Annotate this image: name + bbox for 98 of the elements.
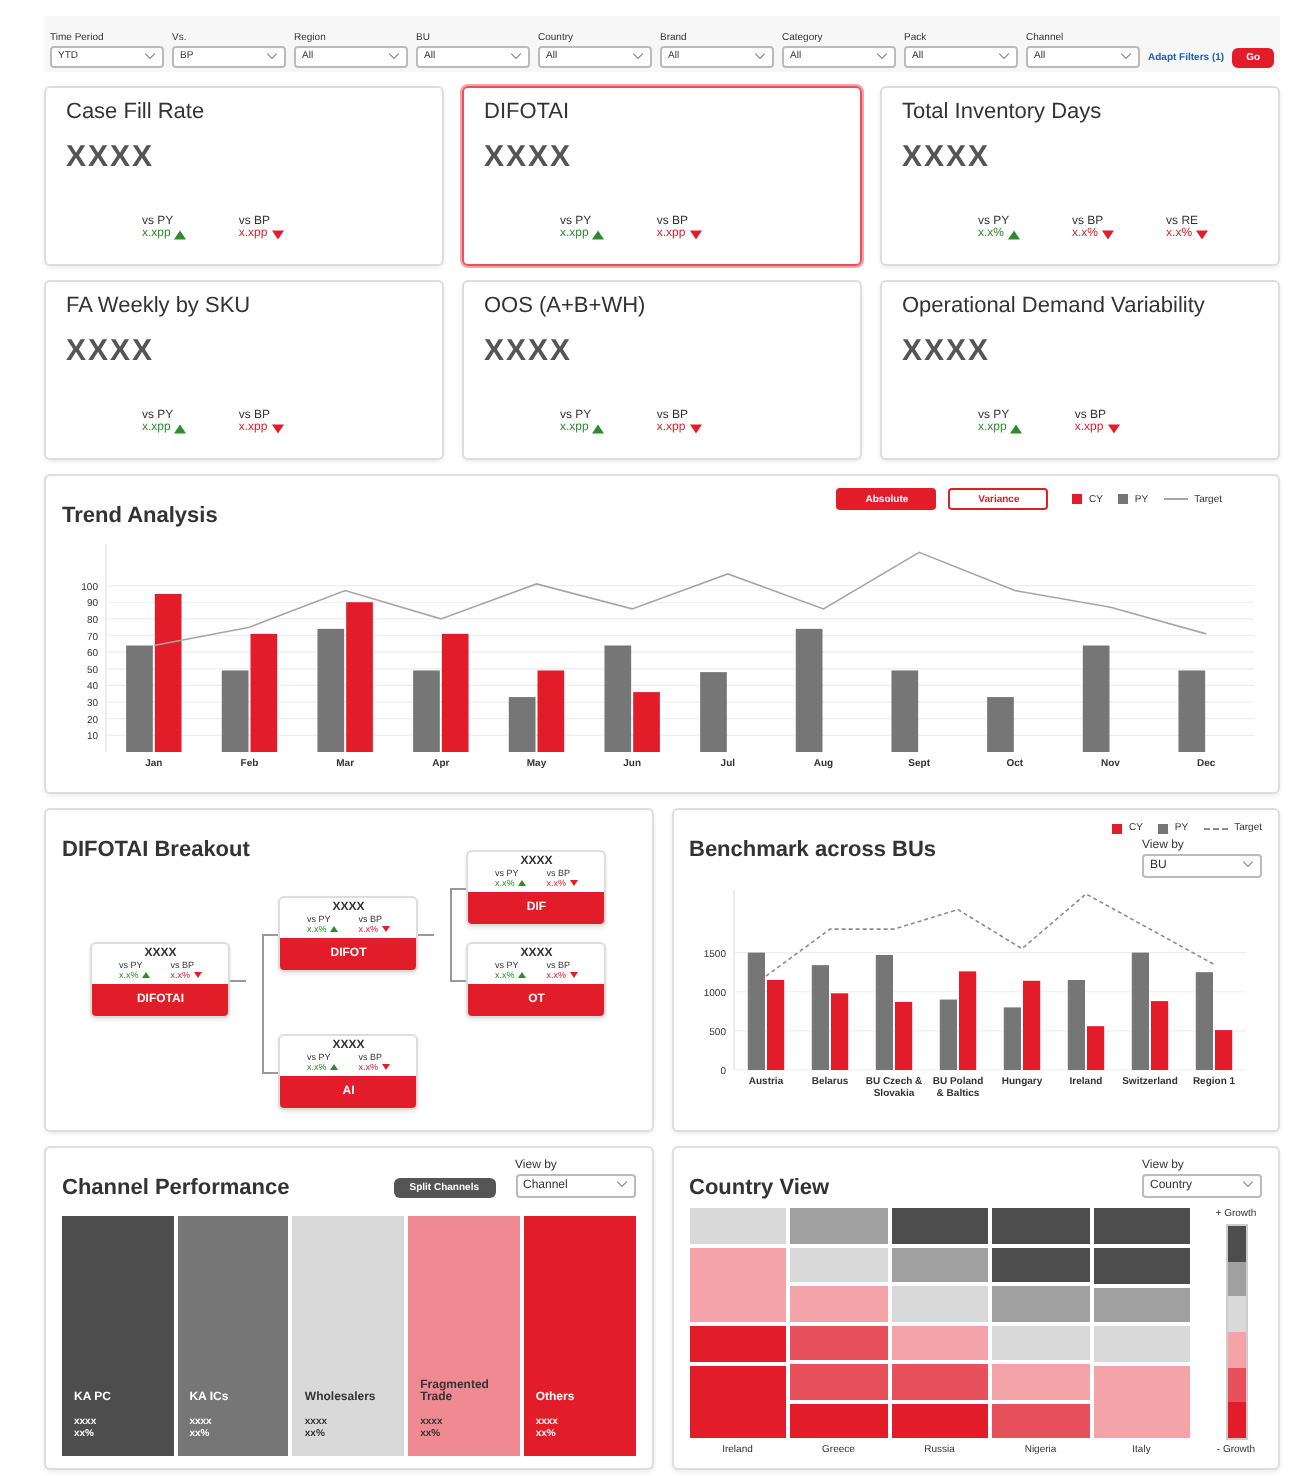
triangle-up-icon	[330, 926, 339, 932]
heatmap-cell[interactable]	[689, 1248, 786, 1321]
bar	[1002, 1007, 1020, 1070]
triangle-down-icon	[1196, 229, 1209, 239]
triangle-down-icon	[1102, 229, 1115, 239]
kpi-title: Operational Demand Variability	[902, 294, 1207, 318]
heatmap-cell[interactable]	[1093, 1247, 1190, 1284]
bar	[938, 999, 956, 1070]
heatmap-cell[interactable]	[790, 1325, 887, 1360]
bar	[795, 628, 823, 752]
legend-swatch	[1118, 494, 1129, 504]
heatmap-cell[interactable]	[1093, 1326, 1190, 1363]
triangle-down-icon	[271, 229, 284, 239]
triangle-down-icon	[382, 926, 391, 932]
heatmap-cell[interactable]	[992, 1208, 1089, 1243]
triangle-up-icon	[174, 423, 187, 433]
triangle-up-icon	[518, 972, 527, 978]
legend-swatch	[1112, 823, 1123, 833]
legend-swatch	[1072, 494, 1083, 504]
triangle-down-icon	[382, 1064, 391, 1070]
kpi-title: Total Inventory Days	[902, 100, 1104, 124]
bar	[700, 672, 727, 752]
triangle-down-icon	[570, 880, 579, 886]
chevron-down-icon	[144, 52, 156, 60]
bar	[1022, 980, 1040, 1070]
triangle-up-icon	[174, 229, 187, 239]
heatmap-cell[interactable]	[790, 1403, 887, 1438]
heatmap-cell[interactable]	[992, 1364, 1089, 1399]
kpi-value: XXXX	[484, 140, 575, 174]
bar	[958, 971, 976, 1070]
bar	[746, 952, 764, 1070]
kpi-title: OOS (A+B+WH)	[484, 294, 648, 318]
heatmap-cell[interactable]	[992, 1286, 1089, 1321]
chevron-down-icon	[754, 52, 766, 60]
triangle-up-icon	[518, 880, 527, 886]
triangle-down-icon	[271, 423, 284, 433]
chevron-down-icon	[1242, 860, 1254, 868]
triangle-up-icon	[592, 423, 605, 433]
bar	[766, 980, 784, 1070]
bar	[891, 670, 919, 752]
bar	[1178, 670, 1206, 752]
kpi-title: Case Fill Rate	[66, 100, 207, 124]
panel-title: Country View	[689, 1176, 830, 1200]
triangle-down-icon	[194, 972, 203, 978]
heatmap-cell[interactable]	[891, 1286, 988, 1321]
heatmap-cell[interactable]	[689, 1325, 786, 1362]
kpi-value: XXXX	[902, 334, 993, 368]
kpi-value: XXXX	[484, 334, 575, 368]
heatmap-cell[interactable]	[790, 1208, 887, 1243]
heatmap-cell[interactable]	[992, 1247, 1089, 1282]
chevron-down-icon	[510, 52, 522, 60]
chevron-down-icon	[266, 52, 278, 60]
heatmap-cell[interactable]	[1093, 1287, 1190, 1323]
chevron-down-icon	[1120, 52, 1132, 60]
chevron-down-icon	[998, 52, 1010, 60]
triangle-down-icon	[689, 423, 702, 433]
heatmap-cell[interactable]	[992, 1403, 1089, 1438]
bar	[810, 965, 828, 1070]
chevron-down-icon	[388, 52, 400, 60]
bar	[987, 697, 1014, 752]
heatmap-cell[interactable]	[891, 1325, 988, 1360]
kpi-value: XXXX	[66, 334, 157, 368]
chevron-down-icon	[615, 1180, 627, 1188]
panel-title: Trend Analysis	[62, 504, 218, 528]
triangle-up-icon	[330, 1064, 339, 1070]
heatmap-cell[interactable]	[790, 1286, 887, 1321]
kpi-value: XXXX	[902, 140, 993, 174]
heatmap-cell[interactable]	[891, 1364, 988, 1399]
heatmap-cell[interactable]	[992, 1325, 1089, 1360]
kpi-title: FA Weekly by SKU	[66, 294, 253, 318]
triangle-up-icon	[592, 229, 605, 239]
heatmap-cell[interactable]	[891, 1247, 988, 1282]
bar	[317, 628, 345, 752]
triangle-down-icon	[689, 229, 702, 239]
triangle-down-icon	[1107, 423, 1120, 433]
triangle-down-icon	[570, 972, 579, 978]
panel-title: DIFOTAI Breakout	[62, 838, 250, 862]
heatmap-cell[interactable]	[790, 1364, 887, 1399]
kpi-value: XXXX	[66, 140, 157, 174]
chevron-down-icon	[632, 52, 644, 60]
heatmap-cell[interactable]	[1093, 1366, 1190, 1438]
heatmap-cell[interactable]	[689, 1208, 786, 1245]
panel-title: Channel Performance	[62, 1176, 290, 1200]
heatmap-cell[interactable]	[891, 1208, 988, 1243]
triangle-up-icon	[1008, 229, 1021, 239]
bar	[1082, 645, 1110, 752]
heatmap-cell[interactable]	[891, 1403, 988, 1438]
legend-swatch	[1158, 823, 1169, 833]
heatmap-cell[interactable]	[689, 1365, 786, 1438]
panel-title: Benchmark across BUs	[689, 838, 937, 862]
triangle-up-icon	[142, 972, 151, 978]
heatmap-cell[interactable]	[1093, 1208, 1190, 1244]
heatmap-cell[interactable]	[790, 1247, 887, 1282]
chevron-down-icon	[1242, 1180, 1254, 1188]
kpi-title: DIFOTAI	[484, 100, 572, 124]
bar	[830, 993, 848, 1070]
triangle-up-icon	[1010, 423, 1023, 433]
chevron-down-icon	[876, 52, 888, 60]
